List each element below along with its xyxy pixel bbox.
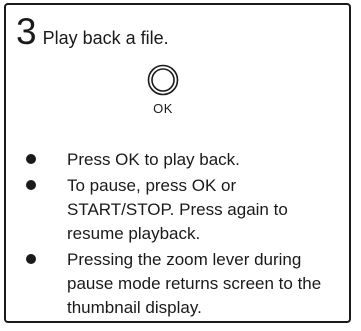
ok-button-label: OK	[153, 101, 173, 116]
bullet-dot-icon	[26, 154, 36, 164]
instruction-text: To pause, press OK or START/STOP. Press …	[67, 176, 288, 243]
instruction-text: Pressing the zoom lever during pause mod…	[67, 250, 322, 317]
ok-button-icon	[147, 64, 179, 96]
step-number: 3	[16, 11, 37, 52]
instruction-item: Press OK to play back.	[26, 148, 348, 172]
ok-button-graphic	[147, 64, 179, 96]
instruction-card: 3 Play back a file. OK Press OK to play …	[4, 3, 351, 323]
instruction-list: Press OK to play back. To pause, press O…	[26, 148, 348, 320]
step-header: 3 Play back a file.	[16, 13, 169, 50]
step-title: Play back a file.	[42, 28, 169, 48]
bullet-dot-icon	[26, 254, 36, 264]
instruction-text: Press OK to play back.	[67, 150, 240, 169]
instruction-item: Pressing the zoom lever during pause mod…	[26, 248, 348, 320]
bullet-dot-icon	[26, 180, 36, 190]
instruction-item: To pause, press OK or START/STOP. Press …	[26, 174, 348, 246]
